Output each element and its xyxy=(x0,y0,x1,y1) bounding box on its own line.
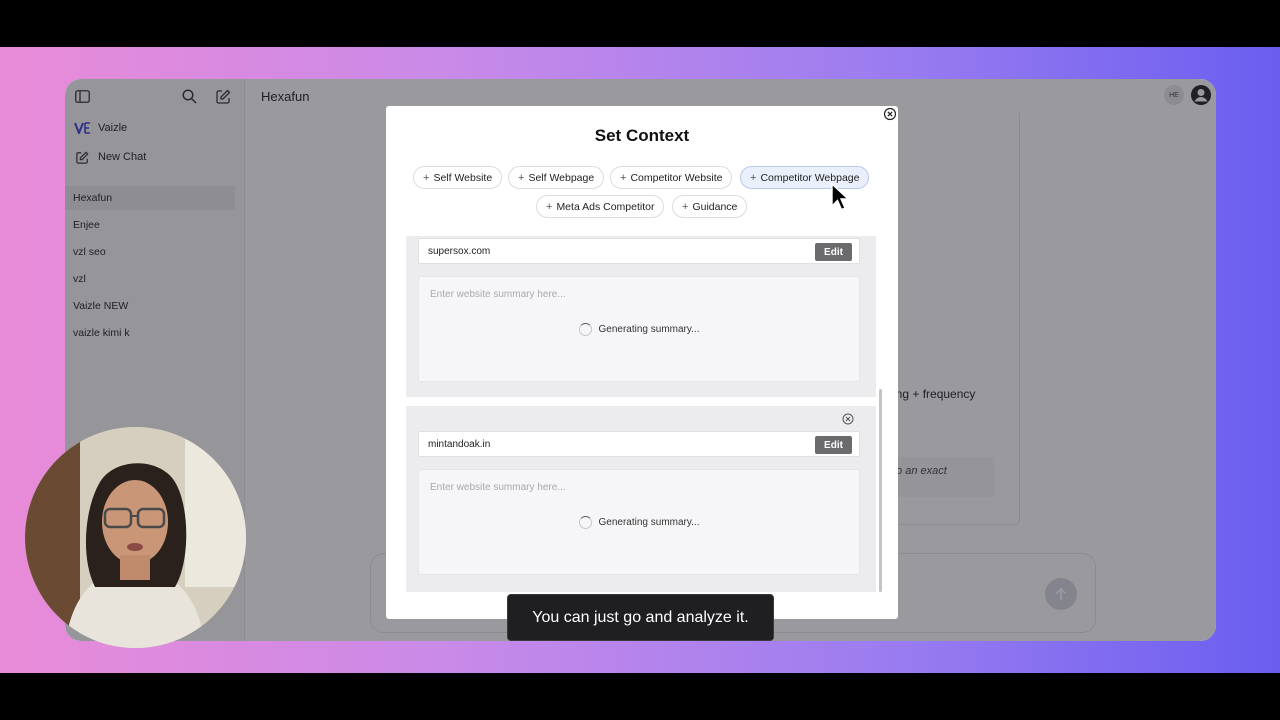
chip-label: Self Webpage xyxy=(528,171,595,184)
loading-spinner-icon xyxy=(578,323,592,336)
status-text: Generating summary... xyxy=(598,324,700,335)
remove-entry-icon[interactable] xyxy=(842,412,854,425)
chip-label: Guidance xyxy=(692,200,738,213)
webcam-video xyxy=(25,427,246,648)
summary-textarea[interactable]: Enter website summary here... Generating… xyxy=(418,276,860,382)
url-field[interactable]: mintandoak.in Edit xyxy=(418,431,860,457)
plus-icon: + xyxy=(620,171,627,184)
chip-self-website[interactable]: + Self Website xyxy=(413,166,503,189)
modal-title: Set Context xyxy=(594,126,690,145)
chip-label: Meta Ads Competitor xyxy=(556,200,655,213)
url-value: supersox.com xyxy=(428,246,491,257)
generating-status: Generating summary... xyxy=(419,323,859,336)
presenter-figure xyxy=(25,427,246,648)
edit-button[interactable]: Edit xyxy=(815,436,852,454)
video-caption: You can just go and analyze it. xyxy=(507,594,774,641)
loading-spinner-icon xyxy=(578,516,592,529)
chip-meta-ads-competitor[interactable]: + Meta Ads Competitor xyxy=(536,195,665,218)
edit-button[interactable]: Edit xyxy=(815,243,852,261)
plus-icon: + xyxy=(682,200,689,213)
chip-competitor-website[interactable]: + Competitor Website xyxy=(610,166,733,189)
plus-icon: + xyxy=(518,171,525,184)
close-icon[interactable] xyxy=(883,107,897,121)
chip-label: Competitor Website xyxy=(630,171,723,184)
context-entry: supersox.com Edit Enter website summary … xyxy=(406,236,876,397)
chip-competitor-webpage[interactable]: + Competitor Webpage xyxy=(740,166,870,189)
mouse-cursor-icon xyxy=(831,182,850,216)
plus-icon: + xyxy=(546,200,553,213)
plus-icon: + xyxy=(423,171,430,184)
chip-guidance[interactable]: + Guidance xyxy=(672,195,748,218)
video-frame: Vaizle New Chat Hexafun Enjee vzl seo vz… xyxy=(0,0,1280,720)
url-value: mintandoak.in xyxy=(428,439,491,450)
chip-label: Self Website xyxy=(433,171,493,184)
set-context-modal: Set Context + Self Website + Self Webpage … xyxy=(386,106,898,619)
plus-icon: + xyxy=(750,171,757,184)
url-field[interactable]: supersox.com Edit xyxy=(418,238,860,264)
chip-label: Competitor Webpage xyxy=(760,171,860,184)
summary-placeholder: Enter website summary here... xyxy=(430,482,566,493)
context-entries-list[interactable]: supersox.com Edit Enter website summary … xyxy=(406,236,876,592)
summary-textarea[interactable]: Enter website summary here... Generating… xyxy=(418,469,860,575)
scrollbar[interactable] xyxy=(879,389,882,592)
chip-self-webpage[interactable]: + Self Webpage xyxy=(508,166,605,189)
summary-placeholder: Enter website summary here... xyxy=(430,289,566,300)
status-text: Generating summary... xyxy=(598,517,700,528)
context-entry: mintandoak.in Edit Enter website summary… xyxy=(406,406,876,592)
generating-status: Generating summary... xyxy=(419,516,859,529)
